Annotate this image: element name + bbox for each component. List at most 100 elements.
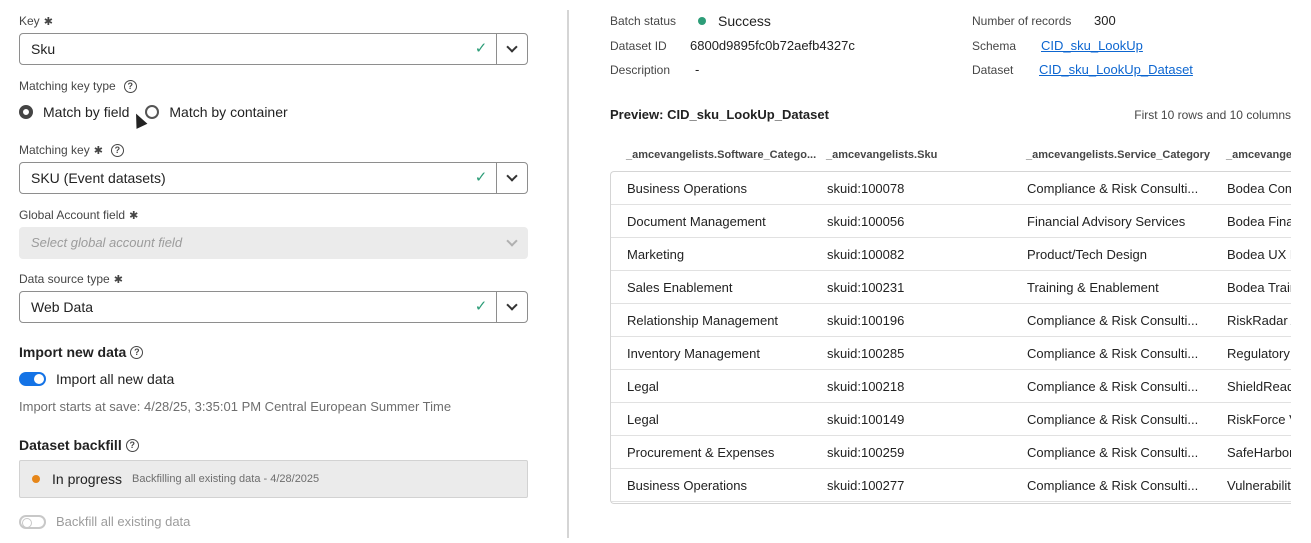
dataset-id-value: 6800d9895fc0b72aefb4327c (690, 38, 855, 53)
table-cell: RiskRadar A (1227, 313, 1291, 328)
import-all-new-data-toggle[interactable] (19, 372, 46, 386)
table-row[interactable]: Document Management skuid:100056 Financial… (611, 205, 1291, 238)
table-cell: skuid:100149 (827, 412, 905, 427)
key-value[interactable]: Sku (20, 34, 466, 64)
matching-key-value[interactable]: SKU (Event datasets) (20, 163, 466, 193)
table-cell: skuid:100056 (827, 214, 905, 229)
settings-form: Key ✱ Sku ✓ Matching key type? Match by f… (0, 0, 548, 543)
matching-key-type-label: Matching key type? (19, 79, 137, 93)
dataset-backfill-heading: Dataset backfill? (19, 437, 139, 453)
radio-match-by-container-label[interactable]: Match by container (169, 104, 287, 120)
table-row[interactable]: Business Operations skuid:100078 Complianc… (611, 172, 1291, 205)
backfill-status-detail: Backfilling all existing data - 4/28/202… (132, 473, 320, 485)
backfill-all-existing-toggle[interactable] (19, 514, 46, 529)
global-account-placeholder: Select global account field (31, 235, 183, 250)
table-row[interactable]: Relationship Management skuid:100196 Compl… (611, 304, 1291, 337)
table-cell: skuid:100196 (827, 313, 905, 328)
table-cell: Regulatory (1227, 346, 1290, 361)
table-row[interactable]: Inventory Management skuid:100285 Complian… (611, 337, 1291, 370)
table-cell: Compliance & Risk Consulti... (1027, 478, 1199, 493)
table-row[interactable]: Legal skuid:100149 Compliance & Risk Consu… (611, 403, 1291, 436)
status-dot-icon (32, 475, 40, 483)
dataset-id-label: Dataset ID (610, 39, 667, 53)
import-new-data-heading: Import new data? (19, 344, 144, 360)
schema-link[interactable]: CID_sku_LookUp (1041, 38, 1143, 53)
data-source-dropdown-button[interactable] (496, 292, 527, 322)
dataset-label: Dataset (972, 63, 1014, 77)
table-cell: Legal (627, 379, 659, 394)
matching-key-label: Matching key ✱? (19, 143, 124, 157)
radio-match-by-container[interactable] (145, 105, 160, 119)
table-cell: Compliance & Risk Consulti... (1027, 412, 1199, 427)
table-cell: Inventory Management (627, 346, 760, 361)
radio-match-by-field[interactable] (19, 105, 33, 119)
table-header: _amcevangelists.Software_Catego... _amce… (610, 145, 1291, 165)
valid-check-icon: ✓ (474, 40, 488, 57)
matching-key-combobox[interactable]: SKU (Event datasets) ✓ (19, 162, 528, 194)
column-header[interactable]: _amcevangelists.Service_Category (1026, 149, 1216, 161)
data-source-type-combobox[interactable]: Web Data ✓ (19, 291, 528, 323)
table-cell: skuid:100277 (827, 478, 905, 493)
table-cell: Procurement & Expenses (627, 445, 775, 460)
batch-status: Success (698, 13, 771, 29)
help-icon[interactable]: ? (130, 345, 144, 359)
import-all-new-data-label[interactable]: Import all new data (56, 371, 174, 387)
table-cell: Compliance & Risk Consulti... (1027, 313, 1199, 328)
radio-match-by-field-label[interactable]: Match by field (43, 104, 129, 120)
table-cell: Training & Enablement (1027, 280, 1159, 295)
global-account-picker: Select global account field (19, 227, 528, 259)
table-cell: RiskForce V (1227, 412, 1291, 427)
key-combobox[interactable]: Sku ✓ (19, 33, 528, 65)
table-row[interactable]: Sales Enablement skuid:100231 Training & E… (611, 271, 1291, 304)
help-icon[interactable]: ? (125, 438, 139, 452)
import-toggle-row: Import all new data (19, 371, 174, 387)
table-cell: Relationship Management (627, 313, 779, 328)
chevron-down-icon (506, 299, 518, 311)
table-row[interactable]: Business Operations skuid:100277 Complianc… (611, 469, 1291, 502)
key-dropdown-button[interactable] (496, 34, 527, 64)
backfill-all-existing-label[interactable]: Backfill all existing data (56, 514, 190, 529)
table-cell: Business Operations (627, 181, 747, 196)
chevron-down-icon (506, 41, 518, 53)
table-cell: skuid:100285 (827, 346, 905, 361)
batch-status-label: Batch status (610, 14, 677, 28)
column-header[interactable]: _amcevangelists.Sku (826, 149, 1016, 161)
schema-label: Schema (972, 39, 1017, 53)
table-cell: skuid:100082 (827, 247, 905, 262)
table-row[interactable]: Procurement & Expenses skuid:100259 Compli… (611, 436, 1291, 469)
column-header[interactable]: _amcevangelists (1226, 149, 1291, 161)
table-row[interactable]: Marketing skuid:100082 Product/Tech Design… (611, 238, 1291, 271)
chevron-down-icon (506, 170, 518, 182)
preview-table[interactable]: Business Operations skuid:100078 Complianc… (610, 171, 1291, 504)
help-icon[interactable]: ? (123, 79, 137, 93)
description-label: Description (610, 63, 671, 77)
column-header[interactable]: _amcevangelists.Software_Catego... (626, 149, 816, 161)
help-icon[interactable]: ? (110, 143, 124, 157)
global-account-dropdown-button (496, 228, 527, 258)
table-cell: Sales Enablement (627, 280, 733, 295)
global-account-label: Global Account field ✱ (19, 208, 139, 222)
dataset-link[interactable]: CID_sku_LookUp_Dataset (1039, 62, 1193, 77)
panel-divider[interactable] (567, 10, 569, 538)
preview-title: Preview: CID_sku_LookUp_Dataset (610, 107, 829, 122)
table-cell: Vulnerabilit (1227, 478, 1291, 493)
batch-status-value: Success (718, 13, 771, 29)
matching-key-dropdown-button[interactable] (496, 163, 527, 193)
table-row[interactable]: Legal skuid:100218 Compliance & Risk Consu… (611, 370, 1291, 403)
table-cell: Document Management (627, 214, 766, 229)
valid-check-icon: ✓ (474, 169, 488, 186)
data-source-type-value[interactable]: Web Data (20, 292, 466, 322)
table-cell: skuid:100231 (827, 280, 905, 295)
table-cell: Compliance & Risk Consulti... (1027, 346, 1199, 361)
backfill-toggle-row: Backfill all existing data (19, 514, 190, 529)
table-cell: skuid:100259 (827, 445, 905, 460)
table-cell: Bodea Train (1227, 280, 1291, 295)
table-cell: Bodea Com (1227, 181, 1291, 196)
import-start-note: Import starts at save: 4/28/25, 3:35:01 … (19, 399, 452, 414)
preview-subtitle: First 10 rows and 10 columns (1134, 108, 1291, 122)
table-cell: Legal (627, 412, 659, 427)
matching-key-type-radiogroup: Match by field Match by container (19, 104, 304, 120)
table-cell: Compliance & Risk Consulti... (1027, 181, 1199, 196)
table-cell: ShieldRead (1227, 379, 1291, 394)
table-cell: skuid:100218 (827, 379, 905, 394)
